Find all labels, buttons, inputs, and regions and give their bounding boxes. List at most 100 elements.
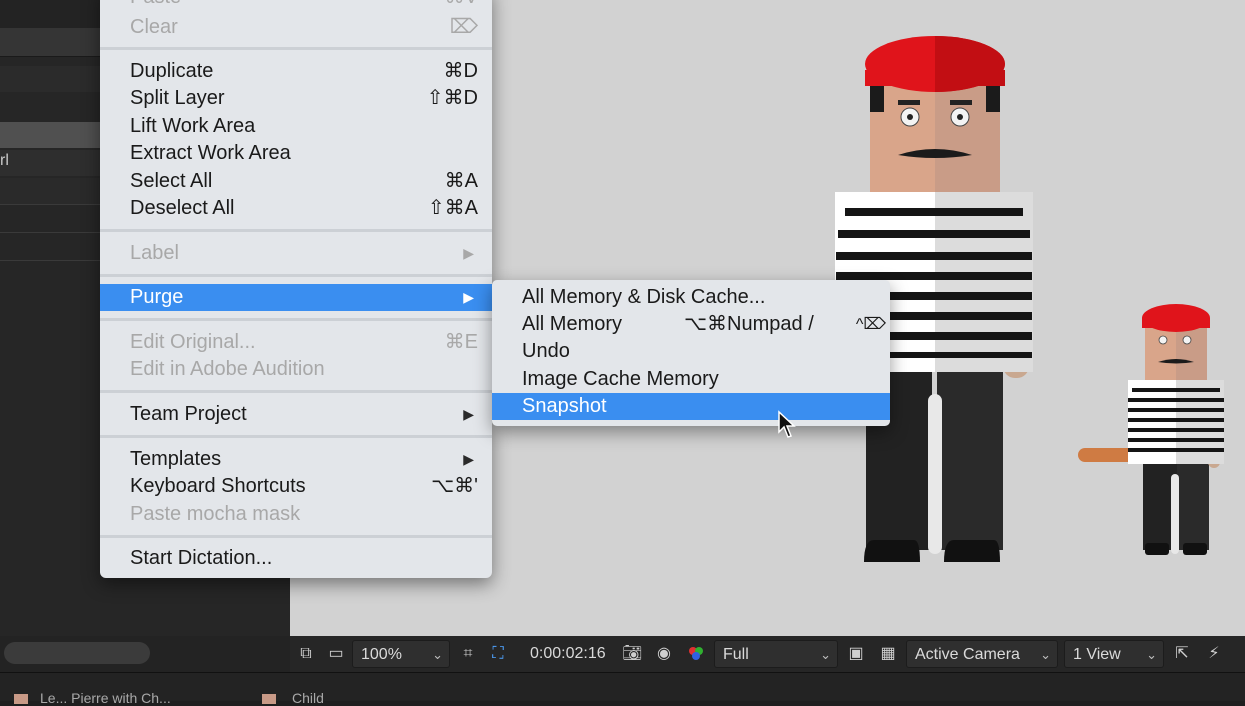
menu-item-label: Snapshot — [522, 395, 607, 417]
menu-item-split-layer[interactable]: Split Layer ⇧⌘D — [100, 85, 492, 111]
menu-item-label: Edit Original... — [130, 331, 256, 353]
menu-item-duplicate[interactable]: Duplicate ⌘D — [100, 58, 492, 84]
menu-item-edit-original: Edit Original... ⌘E — [100, 329, 492, 355]
menu-item-snapshot[interactable]: Snapshot — [492, 393, 890, 420]
menu-item-all-memory[interactable]: All Memory ⌥⌘Numpad / ^⌦ — [492, 311, 890, 338]
chevron-down-icon: ⌄ — [432, 647, 443, 662]
menu-item-shortcut: ⌦ — [449, 16, 478, 38]
menu-item-all-memory-disk-cache[interactable]: All Memory & Disk Cache... — [492, 284, 890, 311]
timeline-tab-2[interactable]: Child — [292, 690, 324, 706]
magnification-value: 100% — [361, 646, 402, 663]
menu-item-clear: Clear ⌦ — [100, 14, 492, 40]
menu-item-lift-work-area[interactable]: Lift Work Area — [100, 113, 492, 139]
always-preview-icon[interactable]: ⧉ — [296, 644, 316, 664]
menu-item-shortcut: ⌘D — [443, 60, 478, 82]
menu-item-label: Team Project — [130, 403, 247, 425]
views-dropdown[interactable]: 1 View ⌄ — [1064, 640, 1164, 668]
menu-item-label: All Memory — [522, 313, 623, 335]
menu-item-keyboard-shortcuts[interactable]: Keyboard Shortcuts ⌥⌘' — [100, 473, 492, 499]
menu-separator — [100, 229, 492, 232]
checkerboard-icon[interactable]: ▦ — [878, 644, 898, 664]
show-snapshot-icon[interactable]: ◉ — [654, 644, 674, 664]
resolution-dropdown[interactable]: Full ⌄ — [714, 640, 838, 668]
menu-item-select-all[interactable]: Select All ⌘A — [100, 168, 492, 194]
camera-value: Active Camera — [915, 646, 1020, 663]
menu-item-shortcut: ⌥⌘Numpad / — [684, 313, 814, 335]
camera-snapshot-icon[interactable]: 📷︎ — [622, 644, 642, 664]
camera-dropdown[interactable]: Active Camera ⌄ — [906, 640, 1058, 668]
menu-item-label: Undo — [522, 340, 570, 362]
edit-menu: Paste ⌘V Clear ⌦ Duplicate ⌘D Split Laye… — [100, 0, 492, 578]
menu-item-label: Extract Work Area — [130, 142, 291, 164]
grid-icon[interactable]: ⌗ — [458, 644, 478, 664]
chevron-down-icon: ⌄ — [1040, 647, 1051, 662]
submenu-arrow-icon: ▶ — [463, 245, 474, 261]
menu-item-paste-mocha-mask: Paste mocha mask — [100, 501, 492, 527]
menu-separator — [100, 390, 492, 393]
menu-item-shortcut: ⌥⌘' — [431, 475, 478, 497]
menu-item-paste: Paste ⌘V — [100, 0, 492, 10]
menu-separator — [100, 47, 492, 50]
menu-item-label: Image Cache Memory — [522, 368, 719, 390]
mouse-cursor-icon — [778, 410, 796, 438]
region-of-interest-icon[interactable]: ⛶ — [488, 644, 508, 664]
layer-name-partial: rl — [0, 152, 9, 169]
menu-item-label: Split Layer — [130, 87, 225, 109]
menu-item-label: Paste — [130, 0, 181, 10]
reset-exposure-icon[interactable]: ⇱ — [1172, 644, 1192, 664]
tab-color-swatch — [14, 694, 28, 704]
menu-separator — [100, 318, 492, 321]
menu-item-deselect-all[interactable]: Deselect All ⇧⌘A — [100, 195, 492, 221]
fast-previews-icon[interactable]: ⚡︎ — [1204, 644, 1224, 664]
small-character-graphic — [1078, 304, 1224, 555]
menu-item-image-cache-memory[interactable]: Image Cache Memory — [492, 366, 890, 393]
magnification-dropdown[interactable]: 100% ⌄ — [352, 640, 450, 668]
menu-item-purge[interactable]: Purge ▶ — [100, 284, 492, 311]
menu-item-shortcut: ⇧⌘A — [427, 197, 478, 219]
purge-submenu: All Memory & Disk Cache... All Memory ⌥⌘… — [492, 280, 890, 426]
menu-item-label: Edit in Adobe Audition — [130, 358, 325, 380]
menu-item-team-project[interactable]: Team Project ▶ — [100, 401, 492, 427]
menu-item-extract-work-area[interactable]: Extract Work Area — [100, 140, 492, 166]
timeline-tab-strip — [0, 672, 1245, 701]
menu-separator — [100, 435, 492, 438]
menu-item-label: Templates — [130, 448, 222, 470]
submenu-arrow-icon: ▶ — [463, 406, 474, 422]
menu-item-shortcut-secondary: ^⌦ — [855, 316, 886, 333]
menu-item-shortcut: ⌘A — [444, 170, 478, 192]
chevron-down-icon: ⌄ — [820, 647, 831, 662]
monitor-icon[interactable]: ▭ — [326, 644, 346, 664]
tab-color-swatch — [262, 694, 276, 704]
menu-item-label: Duplicate — [130, 60, 214, 82]
menu-item-label: Keyboard Shortcuts — [130, 475, 306, 497]
timeline-tab-1[interactable]: Le... Pierre with Ch... — [40, 690, 171, 706]
chevron-down-icon: ⌄ — [1146, 647, 1157, 662]
color-channel-icon[interactable] — [686, 644, 706, 664]
menu-item-label: Purge — [130, 286, 184, 308]
menu-item-label: Lift Work Area — [130, 115, 256, 137]
menu-separator — [100, 535, 492, 538]
menu-item-undo[interactable]: Undo — [492, 338, 890, 365]
menu-item-shortcut: ⇧⌘D — [426, 87, 478, 109]
menu-item-label: Clear — [130, 16, 178, 38]
menu-item-label: Select All — [130, 170, 213, 192]
views-value: 1 View — [1073, 646, 1121, 663]
menu-item-shortcut: ⌘V — [445, 0, 478, 10]
submenu-arrow-icon: ▶ — [463, 289, 474, 305]
submenu-arrow-icon: ▶ — [463, 451, 474, 467]
menu-item-shortcut: ⌘E — [444, 331, 478, 353]
menu-item-label-submenu: Label ▶ — [100, 240, 492, 266]
horizontal-scrollbar[interactable] — [4, 642, 150, 664]
menu-item-label: All Memory & Disk Cache... — [522, 286, 766, 308]
menu-separator — [100, 274, 492, 277]
menu-item-edit-in-audition: Edit in Adobe Audition — [100, 356, 492, 382]
resolution-value: Full — [723, 646, 749, 663]
current-time-display[interactable]: 0:00:02:16 — [530, 645, 606, 663]
menu-item-start-dictation[interactable]: Start Dictation... — [100, 545, 492, 571]
toggle-transparency-icon[interactable]: ▣ — [846, 644, 866, 664]
menu-item-label: Paste mocha mask — [130, 503, 301, 525]
menu-item-label: Deselect All — [130, 197, 235, 219]
menu-item-label: Label — [130, 242, 179, 264]
menu-item-templates[interactable]: Templates ▶ — [100, 446, 492, 472]
menu-item-label: Start Dictation... — [130, 547, 273, 569]
